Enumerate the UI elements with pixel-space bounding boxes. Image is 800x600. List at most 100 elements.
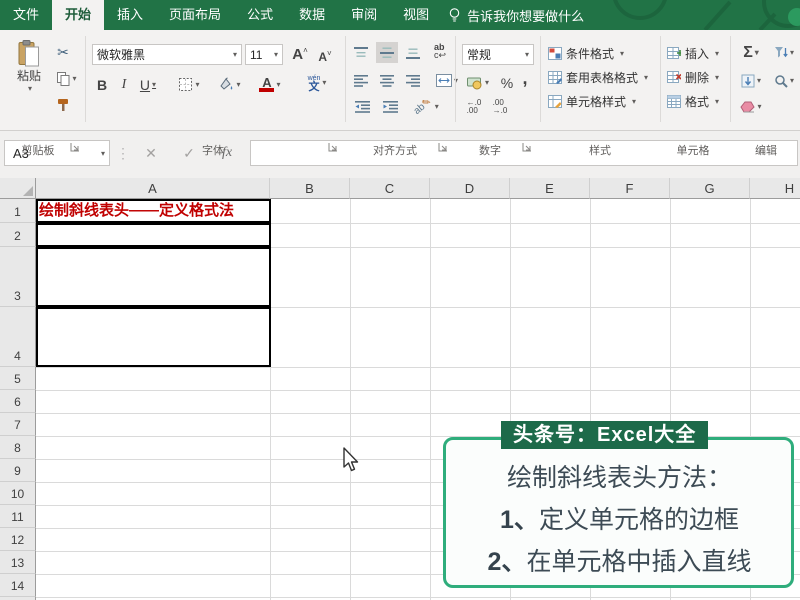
tab-data[interactable]: 数据 bbox=[286, 0, 338, 30]
cell-a3[interactable] bbox=[36, 247, 271, 307]
decrease-indent-button[interactable] bbox=[350, 96, 374, 117]
column-header-f[interactable]: F bbox=[590, 178, 670, 199]
increase-indent-button[interactable] bbox=[378, 96, 402, 117]
font-color-dropdown-icon[interactable]: ▾ bbox=[276, 80, 280, 89]
phonetic-button[interactable]: wén 文 ▾ bbox=[298, 72, 336, 93]
row-header-1[interactable]: 1 bbox=[0, 199, 36, 223]
merge-center-button[interactable]: ▾ bbox=[428, 70, 466, 91]
alignment-dialog-launcher-icon[interactable] bbox=[438, 142, 449, 153]
paste-button[interactable]: 粘贴 ▾ bbox=[8, 40, 50, 93]
sort-filter-dropdown-icon[interactable]: ▾ bbox=[790, 48, 794, 57]
clipboard-dialog-launcher-icon[interactable] bbox=[70, 142, 81, 153]
row-header-6[interactable]: 6 bbox=[0, 390, 36, 413]
select-all-corner[interactable] bbox=[0, 178, 36, 199]
orientation-button[interactable]: ab✎ ▾ bbox=[408, 96, 444, 117]
clear-button[interactable]: ▾ bbox=[736, 96, 766, 117]
number-dialog-launcher-icon[interactable] bbox=[522, 142, 533, 153]
conditional-formatting-button[interactable]: 条件格式 ▾ bbox=[548, 43, 624, 63]
italic-button[interactable]: I bbox=[115, 74, 133, 95]
tab-insert[interactable]: 插入 bbox=[104, 0, 156, 30]
autosum-button[interactable]: Σ ▾ bbox=[736, 42, 766, 63]
font-size-combo[interactable]: 11 ▾ bbox=[245, 44, 283, 65]
find-dropdown-icon[interactable]: ▾ bbox=[790, 76, 794, 85]
tab-view[interactable]: 视图 bbox=[390, 0, 442, 30]
conditional-dropdown-icon[interactable]: ▾ bbox=[620, 49, 624, 58]
percent-style-button[interactable]: % bbox=[498, 72, 516, 93]
row-header-14[interactable]: 14 bbox=[0, 574, 36, 597]
increase-decimal-button[interactable]: ←.0.00 bbox=[462, 96, 486, 117]
row-header-12[interactable]: 12 bbox=[0, 528, 36, 551]
format-dropdown-icon[interactable]: ▾ bbox=[715, 97, 719, 106]
enter-button[interactable]: ✓ bbox=[176, 140, 202, 166]
row-header-3[interactable]: 3 bbox=[0, 247, 36, 307]
underline-button[interactable]: U▾ bbox=[135, 74, 161, 95]
row-header-8[interactable]: 8 bbox=[0, 436, 36, 459]
accounting-dropdown-icon[interactable]: ▾ bbox=[485, 78, 489, 87]
top-align-button[interactable] bbox=[350, 42, 372, 63]
font-size-dropdown-icon[interactable]: ▾ bbox=[274, 50, 278, 59]
accounting-format-button[interactable]: ▾ bbox=[462, 72, 494, 93]
tab-home[interactable]: 开始 bbox=[52, 0, 104, 30]
tab-page-layout[interactable]: 页面布局 bbox=[156, 0, 234, 30]
row-header-7[interactable]: 7 bbox=[0, 413, 36, 436]
format-as-table-dropdown-icon[interactable]: ▾ bbox=[644, 73, 648, 82]
row-header-5[interactable]: 5 bbox=[0, 367, 36, 390]
number-format-dropdown-icon[interactable]: ▾ bbox=[525, 50, 529, 59]
cell-styles-dropdown-icon[interactable]: ▾ bbox=[632, 97, 636, 106]
font-dialog-launcher-icon[interactable] bbox=[328, 142, 339, 153]
underline-dropdown-icon[interactable]: ▾ bbox=[152, 80, 156, 89]
cell-a4[interactable] bbox=[36, 307, 271, 367]
comma-style-button[interactable]: , bbox=[518, 68, 532, 89]
paste-dropdown-icon[interactable]: ▾ bbox=[28, 84, 32, 93]
find-select-button[interactable]: ▾ bbox=[770, 70, 798, 91]
orientation-dropdown-icon[interactable]: ▾ bbox=[435, 102, 439, 111]
column-header-g[interactable]: G bbox=[670, 178, 750, 199]
cell-styles-button[interactable]: 单元格样式 ▾ bbox=[548, 91, 636, 111]
copy-button[interactable]: ▾ bbox=[52, 68, 82, 89]
column-header-a[interactable]: A bbox=[36, 178, 270, 199]
column-header-c[interactable]: C bbox=[350, 178, 430, 199]
fill-color-dropdown-icon[interactable]: ▾ bbox=[236, 80, 240, 89]
font-color-button[interactable]: A ▾ bbox=[252, 74, 288, 95]
row-header-11[interactable]: 11 bbox=[0, 505, 36, 528]
tellme-box[interactable]: 告诉我你想要做什么 bbox=[442, 0, 590, 30]
number-format-combo[interactable]: 常规 ▾ bbox=[462, 44, 534, 65]
cut-button[interactable]: ✂ bbox=[52, 42, 74, 63]
decrease-decimal-button[interactable]: .00→.0 bbox=[488, 96, 512, 117]
tab-review[interactable]: 审阅 bbox=[338, 0, 390, 30]
column-header-b[interactable]: B bbox=[270, 178, 350, 199]
borders-dropdown-icon[interactable]: ▾ bbox=[195, 80, 199, 89]
phonetic-dropdown-icon[interactable]: ▾ bbox=[322, 78, 326, 87]
delete-cells-button[interactable]: 删除 ▾ bbox=[667, 67, 719, 87]
sort-filter-button[interactable]: ▾ bbox=[770, 42, 798, 63]
column-header-e[interactable]: E bbox=[510, 178, 590, 199]
row-header-4[interactable]: 4 bbox=[0, 307, 36, 367]
row-header-10[interactable]: 10 bbox=[0, 482, 36, 505]
grow-font-button[interactable]: A˄ bbox=[288, 44, 312, 65]
fill-button[interactable]: ▾ bbox=[736, 70, 766, 91]
wrap-text-button[interactable]: abc↩ bbox=[428, 40, 452, 61]
format-cells-button[interactable]: 格式 ▾ bbox=[667, 91, 719, 111]
column-header-h[interactable]: H bbox=[750, 178, 800, 199]
font-name-dropdown-icon[interactable]: ▾ bbox=[233, 50, 237, 59]
row-header-2[interactable]: 2 bbox=[0, 223, 36, 247]
align-right-button[interactable] bbox=[402, 70, 424, 91]
copy-dropdown-icon[interactable]: ▾ bbox=[72, 74, 76, 83]
align-center-button[interactable] bbox=[376, 70, 398, 91]
font-name-combo[interactable]: 微软雅黑 ▾ bbox=[92, 44, 242, 65]
column-header-d[interactable]: D bbox=[430, 178, 510, 199]
insert-dropdown-icon[interactable]: ▾ bbox=[715, 49, 719, 58]
tab-formulas[interactable]: 公式 bbox=[234, 0, 286, 30]
insert-cells-button[interactable]: 插入 ▾ bbox=[667, 43, 719, 63]
middle-align-button[interactable] bbox=[376, 42, 398, 63]
shrink-font-button[interactable]: A˅ bbox=[314, 46, 336, 67]
fill-dropdown-icon[interactable]: ▾ bbox=[757, 76, 761, 85]
borders-button[interactable]: ▾ bbox=[172, 74, 206, 95]
clear-dropdown-icon[interactable]: ▾ bbox=[757, 102, 761, 111]
name-box-dropdown-icon[interactable]: ▾ bbox=[101, 149, 105, 158]
align-left-button[interactable] bbox=[350, 70, 372, 91]
delete-dropdown-icon[interactable]: ▾ bbox=[715, 73, 719, 82]
format-as-table-button[interactable]: 套用表格格式 ▾ bbox=[548, 67, 648, 87]
row-header-13[interactable]: 13 bbox=[0, 551, 36, 574]
format-painter-button[interactable] bbox=[52, 94, 74, 115]
